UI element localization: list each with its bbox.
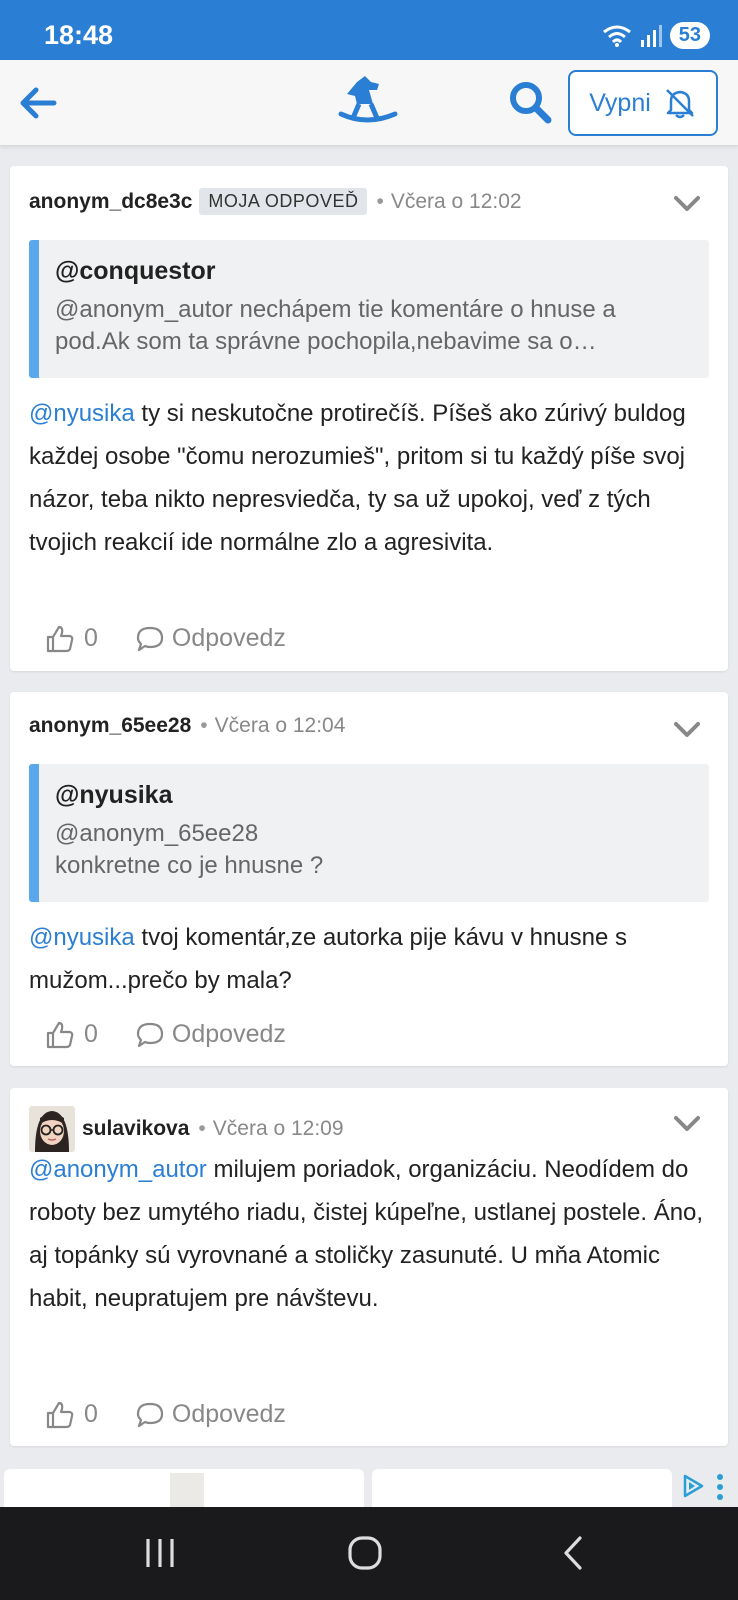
ad-tile[interactable]: [4, 1469, 364, 1507]
speech-bubble-icon: [136, 626, 164, 651]
wifi-icon: [602, 25, 631, 47]
more-options-icon[interactable]: [714, 1473, 726, 1501]
quote-text-line: konkretne co je hnusne ?: [55, 852, 324, 879]
system-navigation-bar: [0, 1507, 738, 1600]
comment-time: Včera o 12:02: [390, 189, 522, 213]
back-arrow-icon[interactable]: [16, 80, 62, 126]
chevron-down-icon[interactable]: [672, 192, 702, 214]
comment-author[interactable]: anonym_dc8e3c: [29, 190, 192, 214]
reply-label: Odpovedz: [171, 624, 286, 652]
my-reply-badge: MOJA ODPOVEĎ: [199, 188, 368, 215]
comment-text: @nyusika ty si neskutočne protirečíš. Pí…: [29, 392, 709, 564]
comment-time: Včera o 12:04: [214, 714, 346, 737]
thumbs-up-icon[interactable]: [46, 1021, 74, 1049]
comment-actions: 0 Odpovedz: [46, 1020, 286, 1049]
user-mention[interactable]: @anonym_autor: [29, 1156, 207, 1183]
comment-meta: anonym_65ee28 • Včera o 12:04: [29, 714, 345, 738]
comment-card: anonym_65ee28 • Včera o 12:04 @nyusika @…: [10, 692, 728, 1066]
quote-text: @anonym_autor nechápem tie komentáre o h…: [55, 296, 616, 355]
quoted-comment[interactable]: @conquestor @anonym_autor nechápem tie k…: [29, 240, 709, 378]
status-bar: 18:48 53: [0, 0, 738, 60]
separator-dot: •: [198, 1117, 206, 1140]
speech-bubble-icon: [136, 1022, 164, 1047]
comment-actions: 0 Odpovedz: [46, 1400, 286, 1429]
like-count: 0: [84, 1020, 98, 1048]
separator-dot: •: [200, 714, 208, 737]
signal-icon: [640, 24, 662, 47]
app-header: Vypni: [0, 60, 738, 146]
comment-card: anonym_dc8e3c MOJA ODPOVEĎ • Včera o 12:…: [10, 166, 728, 671]
reply-button[interactable]: Odpovedz: [136, 1020, 286, 1049]
avatar[interactable]: [29, 1106, 75, 1152]
ad-banner[interactable]: [0, 1467, 738, 1507]
comment-actions: 0 Odpovedz: [46, 624, 286, 653]
reply-label: Odpovedz: [171, 1400, 286, 1428]
quote-author: @conquestor: [55, 257, 216, 285]
search-icon[interactable]: [506, 78, 554, 126]
bell-off-icon: [665, 89, 694, 119]
comment-card: sulavikova • Včera o 12:09 @anonym_autor…: [10, 1088, 728, 1446]
comment-time: Včera o 12:09: [212, 1117, 344, 1140]
quoted-comment[interactable]: @nyusika @anonym_65ee28 konkretne co je …: [29, 764, 709, 902]
ad-choices-icon[interactable]: [680, 1473, 706, 1499]
like-count: 0: [84, 1400, 98, 1428]
thumbs-up-icon[interactable]: [46, 1401, 74, 1429]
mute-notifications-button[interactable]: Vypni: [568, 70, 718, 136]
reply-button[interactable]: Odpovedz: [136, 1400, 286, 1429]
status-time: 18:48: [44, 20, 114, 50]
chevron-down-icon[interactable]: [672, 718, 702, 740]
comment-author[interactable]: sulavikova: [82, 1117, 189, 1141]
comment-text: @nyusika tvoj komentár,ze autorka pije k…: [29, 916, 709, 1002]
comment-meta: anonym_dc8e3c MOJA ODPOVEĎ • Včera o 12:…: [29, 188, 522, 215]
comment-meta: sulavikova • Včera o 12:09: [29, 1106, 344, 1152]
back-icon[interactable]: [554, 1533, 594, 1573]
thumbs-up-icon[interactable]: [46, 625, 74, 653]
chevron-down-icon[interactable]: [672, 1112, 702, 1134]
quote-author: @nyusika: [55, 781, 173, 809]
comment-author[interactable]: anonym_65ee28: [29, 714, 191, 738]
status-icons: 53: [602, 22, 710, 49]
user-mention[interactable]: @nyusika: [29, 400, 135, 427]
rocking-horse-logo-icon[interactable]: [337, 74, 399, 130]
comment-text: @anonym_autor milujem poriadok, organizá…: [29, 1148, 709, 1320]
quote-text-line: @anonym_65ee28: [55, 820, 259, 847]
mute-button-label: Vypni: [589, 88, 651, 117]
ad-tile[interactable]: [372, 1469, 672, 1507]
home-icon[interactable]: [345, 1533, 385, 1573]
speech-bubble-icon: [136, 1402, 164, 1427]
like-count: 0: [84, 624, 98, 652]
user-avatar-icon: [29, 1106, 75, 1152]
separator-dot: •: [376, 189, 384, 213]
recent-apps-icon[interactable]: [140, 1533, 180, 1573]
reply-button[interactable]: Odpovedz: [136, 624, 286, 653]
reply-label: Odpovedz: [171, 1020, 286, 1048]
user-mention[interactable]: @nyusika: [29, 924, 135, 951]
battery-indicator: 53: [669, 22, 710, 49]
